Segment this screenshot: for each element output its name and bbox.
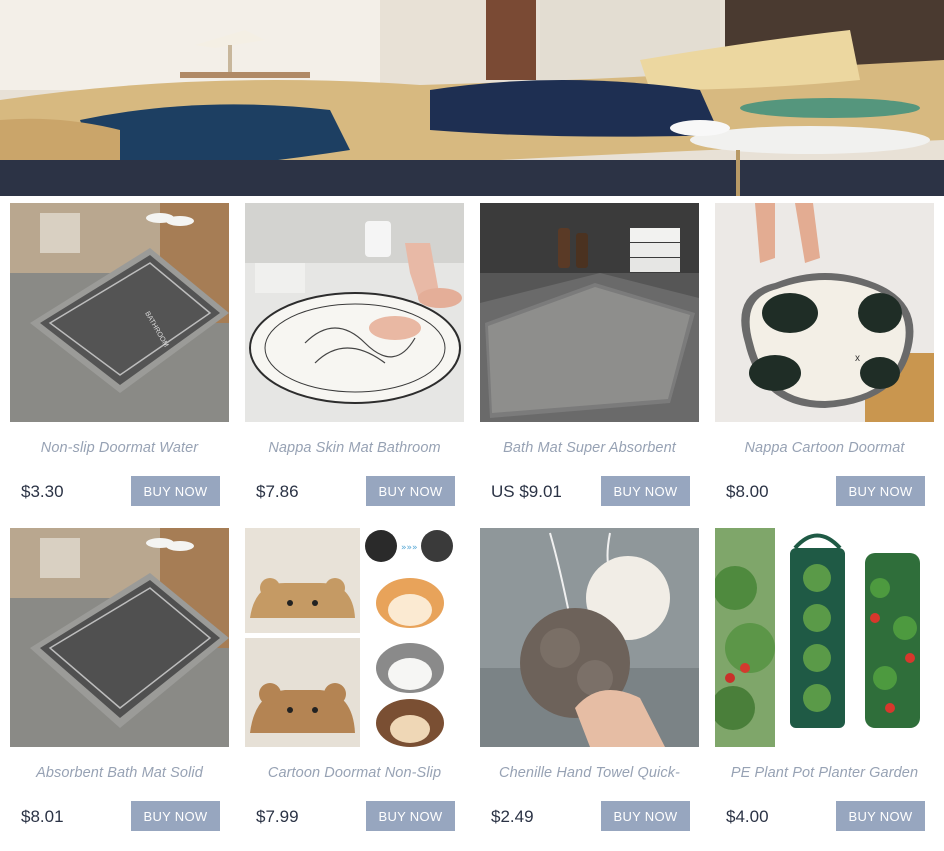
product-card[interactable]: »»» Cartoon Doormat Non-Slip $7.99 BUY N… (245, 528, 464, 831)
product-price: $7.86 (256, 482, 299, 501)
buy-now-button[interactable]: BUY NOW (366, 476, 455, 506)
cartoon-doormat-collage-image: »»» (245, 528, 464, 747)
product-image[interactable] (245, 203, 464, 422)
plant-pot-planter-image (715, 528, 934, 747)
product-image[interactable] (715, 528, 934, 747)
buy-now-button[interactable]: BUY NOW (836, 476, 925, 506)
buy-now-button[interactable]: BUY NOW (601, 801, 690, 831)
product-price: $3.30 (21, 482, 64, 501)
product-image[interactable] (10, 528, 229, 747)
product-title[interactable]: Bath Mat Super Absorbent (480, 440, 699, 456)
gray-absorbent-mat-image (480, 203, 699, 422)
buy-now-button[interactable]: BUY NOW (836, 801, 925, 831)
product-title[interactable]: Chenille Hand Towel Quick- (480, 765, 699, 781)
product-title[interactable]: Absorbent Bath Mat Solid (10, 765, 229, 781)
chenille-hand-towel-image (480, 528, 699, 747)
product-card[interactable]: Nappa Skin Mat Bathroom $7.86 BUY NOW (245, 203, 464, 506)
svg-text:x: x (855, 353, 860, 364)
svg-text:»»»: »»» (401, 543, 418, 553)
product-card[interactable]: Bath Mat Super Absorbent US $9.01 BUY NO… (480, 203, 699, 506)
buy-now-button[interactable]: BUY NOW (601, 476, 690, 506)
product-card[interactable]: Chenille Hand Towel Quick- $2.49 BUY NOW (480, 528, 699, 831)
product-card[interactable]: Absorbent Bath Mat Solid $8.01 BUY NOW (10, 528, 229, 831)
product-title[interactable]: Nappa Skin Mat Bathroom (245, 440, 464, 456)
product-grid: BATHROOM Non-slip Doormat Water $3.30 BU… (0, 196, 944, 851)
product-card[interactable]: BATHROOM Non-slip Doormat Water $3.30 BU… (10, 203, 229, 506)
product-price: $4.00 (726, 807, 769, 826)
product-image[interactable] (480, 203, 699, 422)
gray-solid-bath-mat-image (10, 528, 229, 747)
product-title[interactable]: Nappa Cartoon Doormat (715, 440, 934, 456)
product-card[interactable]: x Nappa Cartoon Doormat $8.00 BUY NOW (715, 203, 934, 506)
product-title[interactable]: Non-slip Doormat Water (10, 440, 229, 456)
gray-bath-mat-image: BATHROOM (10, 203, 229, 422)
bedroom-banner-image (0, 0, 944, 196)
product-title[interactable]: PE Plant Pot Planter Garden (715, 765, 934, 781)
buy-now-button[interactable]: BUY NOW (366, 801, 455, 831)
product-image[interactable]: BATHROOM (10, 203, 229, 422)
product-price: $8.00 (726, 482, 769, 501)
buy-now-button[interactable]: BUY NOW (131, 476, 220, 506)
product-image[interactable] (480, 528, 699, 747)
product-price: US $9.01 (491, 482, 562, 501)
product-title[interactable]: Cartoon Doormat Non-Slip (245, 765, 464, 781)
hero-banner (0, 0, 944, 196)
product-price: $8.01 (21, 807, 64, 826)
product-card[interactable]: PE Plant Pot Planter Garden $4.00 BUY NO… (715, 528, 934, 831)
buy-now-button[interactable]: BUY NOW (131, 801, 220, 831)
product-price: $2.49 (491, 807, 534, 826)
product-price: $7.99 (256, 807, 299, 826)
panda-doormat-image: x (715, 203, 934, 422)
product-image[interactable]: x (715, 203, 934, 422)
product-image[interactable]: »»» (245, 528, 464, 747)
white-oval-mat-image (245, 203, 464, 422)
